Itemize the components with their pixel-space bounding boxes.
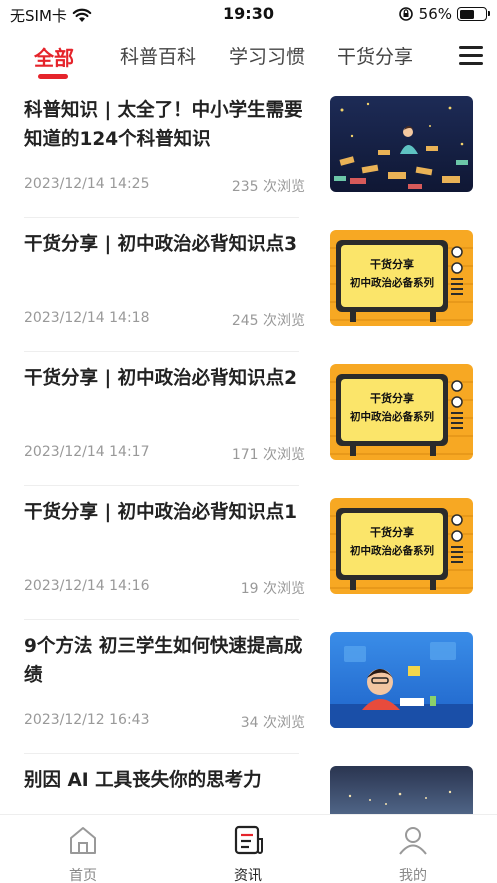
article-views: 19 次浏览	[240, 581, 305, 597]
profile-icon	[399, 827, 427, 855]
tabbar-home[interactable]: 首页	[53, 823, 113, 883]
article-thumbnail: 干货分享 初中政治必备系列	[330, 230, 473, 326]
tv-line1: 干货分享	[370, 391, 414, 405]
battery-percent: 56%	[418, 5, 452, 23]
active-tab-indicator	[38, 74, 68, 79]
article-title: 干货分享 | 初中政治必背知识点1	[24, 502, 298, 523]
news-icon	[234, 825, 263, 855]
article-title: 干货分享 | 初中政治必背知识点2	[24, 368, 298, 389]
tv-line2: 初中政治必备系列	[350, 544, 434, 557]
battery-icon	[457, 7, 490, 21]
article-date: 2023/12/14 14:18	[24, 310, 150, 326]
tabbar-profile[interactable]: 我的	[383, 823, 443, 883]
article-thumbnail	[330, 766, 473, 814]
article-title: 别因 AI 工具丧失你的思考力	[24, 770, 262, 791]
tv-line1: 干货分享	[370, 257, 414, 271]
tabbar-home-label: 首页	[69, 868, 97, 883]
tabbar-profile-label: 我的	[399, 868, 427, 883]
bottom-tab-bar: 首页 资讯 我的	[0, 814, 497, 883]
tabbar-news-label: 资讯	[234, 868, 262, 883]
article-views: 235 次浏览	[231, 179, 305, 195]
article-title: 9个方法 初三学生如何快速提高成绩	[24, 636, 303, 686]
article-date: 2023/12/14 14:17	[24, 444, 150, 460]
article-thumbnail	[330, 632, 473, 728]
article-item[interactable]: 干货分享 | 初中政治必背知识点3 2023/12/14 14:18 245 次…	[0, 218, 497, 352]
orientation-lock-icon	[398, 7, 413, 21]
article-item[interactable]: 干货分享 | 初中政治必背知识点2 2023/12/14 14:17 171 次…	[0, 352, 497, 486]
tv-line2: 初中政治必备系列	[350, 276, 434, 289]
status-bar: 无SIM卡 19:30 56%	[0, 0, 497, 30]
tab-study-habits[interactable]: 学习习惯	[229, 42, 305, 69]
article-item[interactable]: 别因 AI 工具丧失你的思考力	[0, 754, 497, 814]
tv-line1: 干货分享	[370, 525, 414, 539]
category-tabs: 全部 科普百科 学习习惯 干货分享	[0, 34, 497, 84]
article-list: 科普知识 | 太全了！中小学生需要知道的124个科普知识 2023/12/14 …	[0, 84, 497, 814]
article-title: 科普知识 | 太全了！中小学生需要知道的124个科普知识	[24, 100, 303, 150]
menu-icon[interactable]	[459, 46, 483, 66]
article-item[interactable]: 科普知识 | 太全了！中小学生需要知道的124个科普知识 2023/12/14 …	[0, 84, 497, 218]
article-item[interactable]: 干货分享 | 初中政治必背知识点1 2023/12/14 14:16 19 次浏…	[0, 486, 497, 620]
article-thumbnail: 干货分享 初中政治必备系列	[330, 364, 473, 460]
article-item[interactable]: 9个方法 初三学生如何快速提高成绩 2023/12/12 16:43 34 次浏…	[0, 620, 497, 754]
home-icon	[70, 827, 96, 854]
article-date: 2023/12/14 14:16	[24, 578, 150, 594]
tab-tips[interactable]: 干货分享	[337, 42, 413, 69]
tv-line2: 初中政治必备系列	[350, 410, 434, 423]
article-views: 245 次浏览	[231, 313, 305, 329]
article-date: 2023/12/14 14:25	[24, 176, 150, 192]
article-thumbnail: 干货分享 初中政治必备系列	[330, 498, 473, 594]
tab-science[interactable]: 科普百科	[120, 42, 196, 69]
article-title: 干货分享 | 初中政治必背知识点3	[24, 234, 298, 255]
article-views: 34 次浏览	[240, 715, 305, 731]
tabbar-news[interactable]: 资讯	[218, 823, 278, 883]
article-date: 2023/12/12 16:43	[24, 712, 150, 728]
tab-all[interactable]: 全部	[34, 42, 74, 71]
article-views: 171 次浏览	[231, 447, 305, 463]
article-thumbnail	[330, 96, 473, 192]
